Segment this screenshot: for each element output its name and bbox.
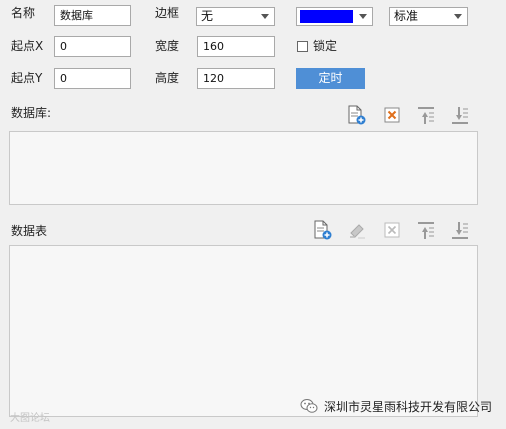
height-label: 高度 [155,71,180,85]
table-list[interactable] [9,245,478,417]
add-file-icon [314,220,332,240]
database-list[interactable] [9,131,478,205]
border-select-value: 无 [201,9,214,23]
style-select-value: 标准 [394,9,419,23]
delete-table-button[interactable] [381,219,403,241]
table-move-bottom-button[interactable] [449,219,471,241]
move-bottom-button[interactable] [449,104,471,126]
table-move-top-button[interactable] [415,219,437,241]
x-label: 起点X [11,39,44,53]
table-section-title: 数据表 [11,224,48,238]
chevron-down-icon [261,14,269,19]
add-table-button[interactable] [311,219,333,241]
chevron-down-icon [454,14,462,19]
lock-label: 锁定 [313,39,338,53]
name-input[interactable]: 数据库 [54,5,131,26]
close-icon [384,222,400,238]
database-section-title: 数据库: [11,106,52,120]
edit-table-button[interactable] [346,219,368,241]
x-input[interactable]: 0 [54,36,131,57]
move-bottom-icon [452,107,468,124]
move-top-icon [418,107,434,124]
lock-checkbox[interactable] [297,41,308,52]
style-select[interactable]: 标准 [389,7,468,26]
y-label: 起点Y [11,71,43,85]
faint-watermark: 大图论坛 [10,413,50,424]
timer-button[interactable]: 定时 [296,68,365,89]
add-file-icon [348,105,366,125]
color-select[interactable] [296,7,373,26]
move-bottom-icon [452,222,468,239]
add-file-button[interactable] [345,104,367,126]
border-label: 边框 [155,6,180,20]
close-icon [384,107,400,123]
company-watermark: 深圳市灵星雨科技开发有限公司 [324,400,493,414]
color-swatch [300,10,353,23]
move-top-icon [418,222,434,239]
wechat-icon [300,398,318,414]
height-input[interactable]: 120 [197,68,275,89]
delete-button[interactable] [381,104,403,126]
name-label: 名称 [11,6,36,20]
width-input[interactable]: 160 [197,36,275,57]
width-label: 宽度 [155,39,180,53]
eraser-icon [350,224,365,239]
move-top-button[interactable] [415,104,437,126]
border-select[interactable]: 无 [196,7,275,26]
chevron-down-icon [359,14,367,19]
y-input[interactable]: 0 [54,68,131,89]
